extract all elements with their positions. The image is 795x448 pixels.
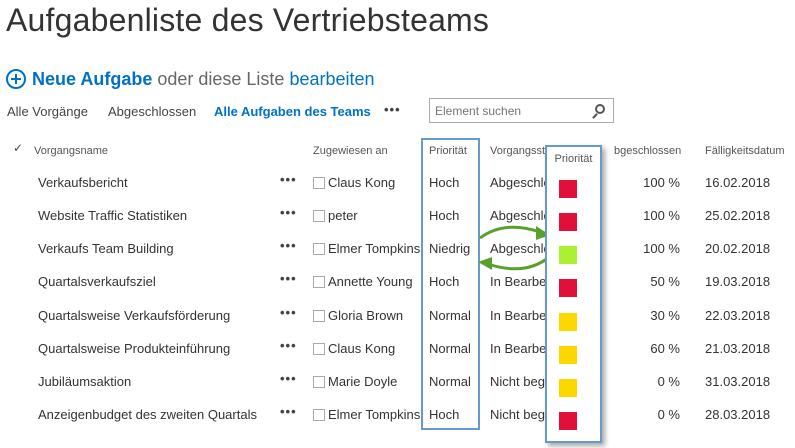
row-checkbox[interactable] bbox=[313, 376, 325, 388]
row-menu-button[interactable]: ••• bbox=[280, 236, 297, 256]
due-date-value: 25.02.2018 bbox=[705, 208, 771, 223]
row-menu-button[interactable]: ••• bbox=[280, 402, 297, 422]
row-checkbox[interactable] bbox=[313, 210, 325, 222]
arrow-left-head bbox=[478, 257, 492, 270]
due-date-value: 22.03.2018 bbox=[705, 308, 771, 323]
priority-color-swatch bbox=[559, 412, 577, 430]
table-row[interactable]: Jubiläumsaktion ••• Marie Doyle Normal Nicht… bbox=[0, 369, 795, 405]
assignee-name: Claus Kong bbox=[328, 341, 396, 356]
task-name[interactable]: Quartalsweise Verkaufsförderung bbox=[38, 306, 230, 326]
priority-color-swatch bbox=[559, 279, 577, 297]
row-checkbox[interactable] bbox=[313, 409, 325, 421]
row-checkbox[interactable] bbox=[313, 310, 325, 322]
priority-color-swatch bbox=[559, 180, 577, 198]
percent-complete-value: 30 % bbox=[650, 308, 680, 323]
header-percent-complete[interactable]: bgeschlossen bbox=[614, 145, 681, 157]
task-name[interactable]: Jubiläumsaktion bbox=[38, 372, 131, 392]
assignee-name: Elmer Tompkins bbox=[328, 241, 420, 256]
status-value: In Bearbeitung bbox=[490, 341, 546, 356]
status-value: Nicht begonnen bbox=[490, 407, 546, 422]
percent-complete-value: 0 % bbox=[657, 407, 680, 422]
assignee-name: peter bbox=[328, 208, 358, 223]
header-task-name[interactable]: Vorgangsname bbox=[34, 145, 108, 157]
table-row[interactable]: Quartalsweise Verkaufsförderung ••• Gloria… bbox=[0, 303, 795, 339]
table-row[interactable]: Verkaufsbericht ••• Claus Kong Hoch Abgeschl… bbox=[0, 170, 795, 206]
row-checkbox[interactable] bbox=[313, 243, 325, 255]
due-date-value: 19.03.2018 bbox=[705, 274, 771, 289]
row-checkbox[interactable] bbox=[313, 177, 325, 189]
search-input[interactable] bbox=[430, 99, 585, 122]
task-name[interactable]: Verkaufs Team Building bbox=[38, 239, 174, 259]
status-value: Abgeschlossen bbox=[490, 175, 546, 190]
row-menu-button[interactable]: ••• bbox=[280, 269, 297, 289]
due-date-value: 20.02.2018 bbox=[705, 241, 771, 256]
row-menu-button[interactable]: ••• bbox=[280, 203, 297, 223]
percent-complete-value: 50 % bbox=[650, 274, 680, 289]
header-assigned-to[interactable]: Zugewiesen an bbox=[313, 145, 388, 157]
table-row[interactable]: Quartalsverkaufsziel ••• Annette Young Hoch… bbox=[0, 269, 795, 305]
header-due-date[interactable]: Fälligkeitsdatum bbox=[705, 145, 784, 157]
view-team-tasks[interactable]: Alle Aufgaben des Teams bbox=[214, 104, 371, 119]
status-value: Nicht begonnen bbox=[490, 374, 546, 389]
plus-circle-icon[interactable] bbox=[6, 69, 26, 89]
due-date-value: 16.02.2018 bbox=[705, 175, 771, 190]
due-date-value: 21.03.2018 bbox=[705, 341, 771, 356]
task-name[interactable]: Website Traffic Statistiken bbox=[38, 206, 187, 226]
edit-list-link[interactable]: bearbeiten bbox=[289, 69, 374, 90]
view-all-tasks[interactable]: Alle Vorgänge bbox=[7, 104, 88, 119]
or-text: oder diese Liste bbox=[157, 68, 285, 89]
row-checkbox[interactable] bbox=[313, 276, 325, 288]
priority-color-swatch bbox=[559, 246, 577, 264]
table-row[interactable]: Website Traffic Statistiken ••• peter Hoch A… bbox=[0, 203, 795, 239]
search-icon[interactable] bbox=[595, 104, 605, 114]
table-row[interactable]: Anzeigenbudget des zweiten Quartals ••• El… bbox=[0, 402, 795, 438]
row-menu-button[interactable]: ••• bbox=[280, 336, 297, 356]
arrow-left-path bbox=[487, 256, 549, 271]
assignee-name: Marie Doyle bbox=[328, 374, 398, 389]
header-status[interactable]: Vorgangsst bbox=[490, 145, 546, 157]
task-name[interactable]: Quartalsweise Produkteinführung bbox=[38, 339, 230, 359]
due-date-value: 31.03.2018 bbox=[705, 374, 771, 389]
priority-color-swatch bbox=[559, 379, 577, 397]
task-name[interactable]: Verkaufsbericht bbox=[38, 173, 128, 193]
arrow-right-path bbox=[479, 225, 541, 240]
status-value: In Bearbeitung bbox=[490, 308, 546, 323]
assignee-name: Elmer Tompkins bbox=[328, 407, 420, 422]
page-title: Aufgabenliste des Vertriebsteams bbox=[6, 2, 490, 38]
new-task-link[interactable]: Neue Aufgabe bbox=[32, 69, 152, 90]
priority-color-swatch bbox=[559, 346, 577, 364]
select-all-check-icon[interactable]: ✓ bbox=[13, 141, 23, 155]
assignee-name: Annette Young bbox=[328, 274, 413, 289]
assignee-name: Claus Kong bbox=[328, 175, 396, 190]
row-menu-button[interactable]: ••• bbox=[280, 369, 297, 389]
percent-complete-value: 100 % bbox=[643, 241, 680, 256]
more-views-button[interactable]: ••• bbox=[384, 102, 401, 117]
view-completed[interactable]: Abgeschlossen bbox=[108, 104, 196, 119]
overlay-priority-header: Priorität bbox=[554, 153, 593, 165]
percent-complete-value: 100 % bbox=[643, 175, 680, 190]
percent-complete-value: 0 % bbox=[657, 374, 680, 389]
percent-complete-value: 60 % bbox=[650, 341, 680, 356]
priority-color-swatch bbox=[559, 313, 577, 331]
due-date-value: 28.03.2018 bbox=[705, 407, 771, 422]
priority-color-overlay: Priorität bbox=[545, 145, 602, 443]
search-box bbox=[429, 98, 614, 123]
new-task-row: Neue Aufgabe oder diese Liste bearbeiten bbox=[6, 68, 375, 90]
percent-complete-value: 100 % bbox=[643, 208, 680, 223]
row-menu-button[interactable]: ••• bbox=[280, 170, 297, 190]
task-name[interactable]: Quartalsverkaufsziel bbox=[38, 272, 156, 292]
row-checkbox[interactable] bbox=[313, 343, 325, 355]
table-row[interactable]: Quartalsweise Produkteinführung ••• Claus … bbox=[0, 336, 795, 372]
row-menu-button[interactable]: ••• bbox=[280, 303, 297, 323]
assignee-name: Gloria Brown bbox=[328, 308, 404, 323]
table-row[interactable]: Verkaufs Team Building ••• Elmer Tompkins N… bbox=[0, 236, 795, 272]
priority-column-highlight bbox=[421, 138, 480, 430]
conversion-arrows-icon bbox=[478, 225, 550, 271]
task-name[interactable]: Anzeigenbudget des zweiten Quartals bbox=[38, 405, 257, 425]
priority-color-swatch bbox=[559, 213, 577, 231]
